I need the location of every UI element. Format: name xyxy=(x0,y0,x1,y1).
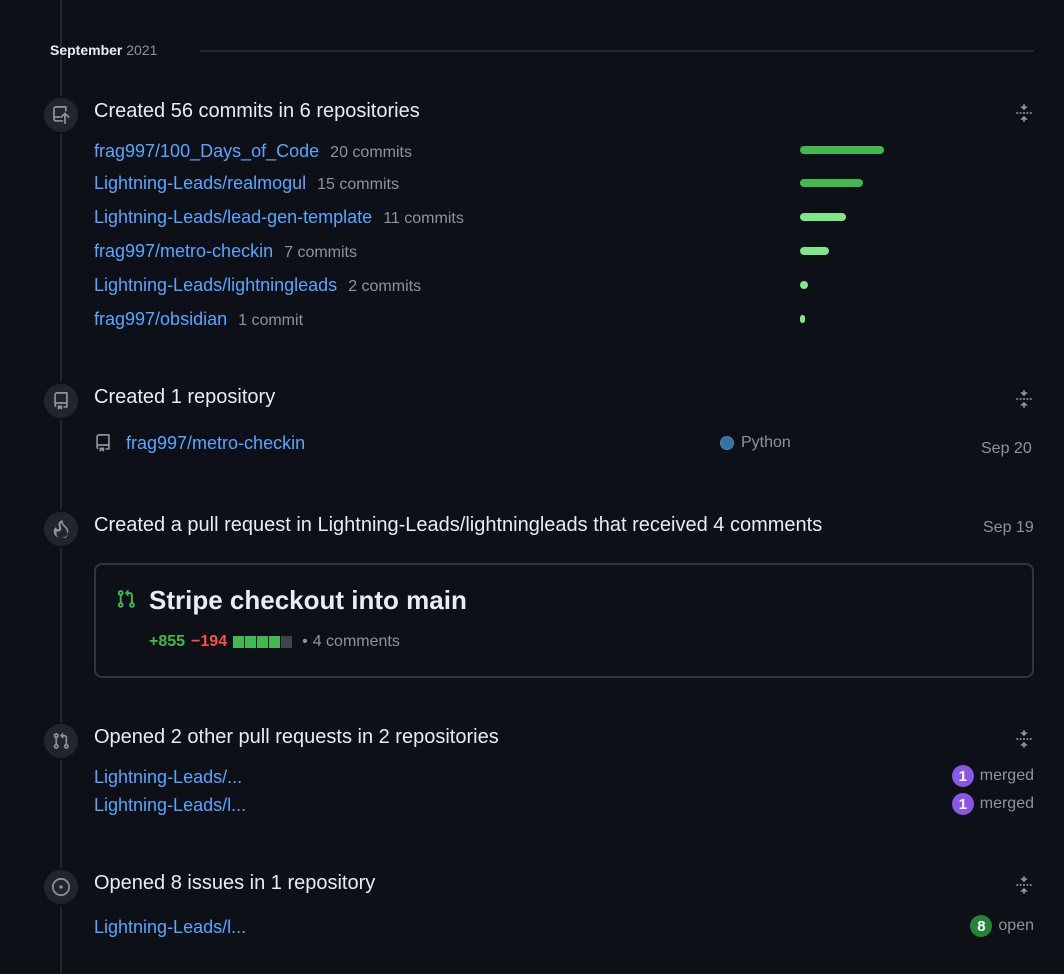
issue-open-status: 8 open xyxy=(970,915,1034,937)
diffstat-blocks xyxy=(233,636,293,648)
diffstat-block xyxy=(269,636,281,648)
fold-icon[interactable] xyxy=(1012,727,1036,751)
commit-count: 2 commits xyxy=(348,278,422,295)
commit-repo-row: frag997/metro-checkin 7 commits xyxy=(94,241,357,262)
commit-count: 11 commits xyxy=(383,210,464,227)
month-divider xyxy=(200,50,1034,52)
commit-count: 1 commit xyxy=(238,312,304,329)
commit-bar xyxy=(800,179,863,187)
commit-bar xyxy=(800,247,829,255)
separator-dot: • xyxy=(302,633,308,650)
commit-repo-row: frag997/100_Days_of_Code 20 commits xyxy=(94,141,412,162)
fold-icon[interactable] xyxy=(1012,101,1036,125)
commit-bar xyxy=(800,213,846,221)
month-heading: September 2021 xyxy=(50,42,157,58)
language-name: Python xyxy=(741,434,791,451)
merged-count-badge: 1 xyxy=(951,793,974,815)
git-pull-request-icon xyxy=(116,589,138,611)
month-name: September xyxy=(50,42,123,58)
diffstat-block xyxy=(281,636,293,648)
commit-repo-row: Lightning-Leads/lightningleads 2 commits xyxy=(94,275,421,296)
issue-repo-link[interactable]: Lightning-Leads/l... xyxy=(94,917,246,938)
diffstat-block xyxy=(245,636,257,648)
fold-icon[interactable] xyxy=(1012,387,1036,411)
git-pull-request-icon xyxy=(42,722,80,760)
commit-repo-link[interactable]: Lightning-Leads/lead-gen-template xyxy=(94,207,372,228)
other-prs-section-title: Opened 2 other pull requests in 2 reposi… xyxy=(94,726,499,748)
repo-created-date: Sep 20 xyxy=(981,440,1032,457)
language-label: Python xyxy=(720,434,791,452)
repo-push-icon xyxy=(42,96,80,134)
pull-request-card[interactable] xyxy=(94,563,1034,678)
additions: +855 xyxy=(149,633,186,650)
commits-section-title: Created 56 commits in 6 repositories xyxy=(94,100,420,122)
merged-count-badge: 1 xyxy=(951,765,974,787)
commit-bar xyxy=(800,146,884,154)
commit-repo-link[interactable]: frag997/metro-checkin xyxy=(94,241,273,262)
commit-repo-row: Lightning-Leads/lead-gen-template 11 com… xyxy=(94,207,464,228)
pull-request-stats: +855 −194 • 4 comments xyxy=(149,633,400,651)
pr-repo-link[interactable]: Lightning-Leads/l... xyxy=(94,795,246,816)
commit-repo-link[interactable]: Lightning-Leads/realmogul xyxy=(94,173,306,194)
month-year: 2021 xyxy=(126,42,158,58)
merged-label: merged xyxy=(979,767,1034,784)
commit-count: 20 commits xyxy=(330,144,412,161)
issues-section-title: Opened 8 issues in 1 repository xyxy=(94,872,376,894)
commit-repo-row: frag997/obsidian 1 commit xyxy=(94,309,303,330)
comment-count: 4 comments xyxy=(312,633,400,650)
pr-repo-link[interactable]: Lightning-Leads/... xyxy=(94,767,242,788)
commit-repo-link[interactable]: Lightning-Leads/lightningleads xyxy=(94,275,337,296)
issue-opened-icon xyxy=(42,868,80,906)
pr-merged-status: 1 merged xyxy=(951,765,1034,787)
pr-date: Sep 19 xyxy=(983,519,1034,536)
commit-bar xyxy=(800,281,808,289)
fold-icon[interactable] xyxy=(1012,873,1036,897)
open-count-badge: 8 xyxy=(970,915,993,937)
pr-section-title: Created a pull request in Lightning-Lead… xyxy=(94,514,823,536)
language-color-dot xyxy=(720,436,734,450)
commit-repo-link[interactable]: frag997/100_Days_of_Code xyxy=(94,141,319,162)
commit-count: 7 commits xyxy=(284,244,357,261)
commit-repo-link[interactable]: frag997/obsidian xyxy=(94,309,227,330)
merged-label: merged xyxy=(979,795,1034,812)
commit-bar xyxy=(800,315,805,323)
timeline-line xyxy=(60,0,62,974)
created-repo-link[interactable]: frag997/metro-checkin xyxy=(126,433,305,454)
open-label: open xyxy=(998,917,1034,934)
repo-icon xyxy=(94,433,114,455)
pr-merged-status: 1 merged xyxy=(951,793,1034,815)
repo-icon xyxy=(42,382,80,420)
diffstat-block xyxy=(257,636,269,648)
pull-request-title[interactable]: Stripe checkout into main xyxy=(149,585,467,616)
commit-count: 15 commits xyxy=(317,176,399,193)
deletions: −194 xyxy=(191,633,228,650)
repo-section-title: Created 1 repository xyxy=(94,386,276,408)
commit-repo-row: Lightning-Leads/realmogul 15 commits xyxy=(94,173,399,194)
flame-icon xyxy=(42,510,80,548)
diffstat-block xyxy=(233,636,245,648)
